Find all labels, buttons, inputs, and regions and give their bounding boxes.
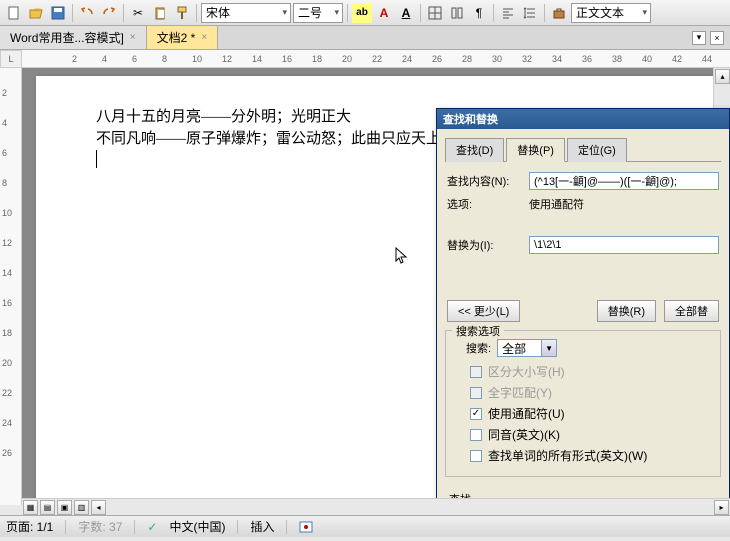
cut-button[interactable]: ✂ [128, 3, 148, 23]
match-case-checkbox: 区分大小写(H) [470, 363, 712, 380]
replace-label: 替换为(I): [447, 237, 523, 253]
line-spacing-button[interactable] [520, 3, 540, 23]
text-cursor [96, 150, 97, 168]
find-label: 查找内容(N): [447, 173, 523, 189]
all-forms-checkbox[interactable]: 查找单词的所有形式(英文)(W) [470, 447, 712, 464]
tab-find[interactable]: 查找(D) [445, 138, 504, 162]
save-button[interactable] [48, 3, 68, 23]
scroll-right-button[interactable]: ▸ [714, 500, 729, 515]
dialog-tabs: 查找(D) 替换(P) 定位(G) [445, 137, 721, 162]
tab-label: 文档2 * [157, 29, 196, 46]
find-input[interactable] [529, 172, 719, 190]
chk-label: 区分大小写(H) [488, 363, 565, 380]
search-options-group: 搜索选项 搜索: 全部▼ 区分大小写(H) 全字匹配(Y) ✓使用通配符(U) … [445, 330, 721, 477]
format-painter-button[interactable] [172, 3, 192, 23]
sounds-like-checkbox[interactable]: 同音(英文)(K) [470, 426, 712, 443]
font-family-combo[interactable]: 宋体 [201, 3, 291, 23]
style-value: 正文文本 [576, 4, 624, 21]
font-size-value: 二号 [298, 4, 322, 21]
style-combo[interactable]: 正文文本 [571, 3, 651, 23]
paragraph-button[interactable]: ¶ [469, 3, 489, 23]
normal-view-button[interactable]: ▦ [23, 500, 38, 515]
close-all-button[interactable]: × [710, 31, 724, 45]
columns-button[interactable] [447, 3, 467, 23]
word-count[interactable]: 字数: 37 [78, 518, 122, 535]
tab-goto[interactable]: 定位(G) [567, 138, 627, 162]
search-scope-label: 搜索: [466, 340, 491, 356]
macro-icon[interactable] [299, 521, 313, 533]
close-tab-icon[interactable]: × [201, 32, 207, 43]
search-options-title: 搜索选项 [452, 323, 504, 339]
new-doc-button[interactable] [4, 3, 24, 23]
replace-button[interactable]: 替换(R) [597, 300, 656, 322]
language-indicator[interactable]: 中文(中国) [169, 518, 225, 535]
vertical-ruler[interactable]: 2468101214161820222426 [0, 68, 22, 505]
dialog-title: 查找和替换 [437, 109, 729, 129]
wildcards-checkbox[interactable]: ✓使用通配符(U) [470, 405, 712, 422]
undo-button[interactable] [77, 3, 97, 23]
status-bar: 页面: 1/1 字数: 37 ✓ 中文(中国) 插入 [0, 515, 730, 537]
less-button[interactable]: << 更少(L) [447, 300, 520, 322]
page-indicator[interactable]: 页面: 1/1 [6, 518, 53, 535]
replace-all-button[interactable]: 全部替 [664, 300, 719, 322]
close-tab-icon[interactable]: × [130, 32, 136, 43]
search-scope-combo[interactable]: 全部▼ [497, 339, 557, 357]
horizontal-scrollbar[interactable]: ▦ ▤ ▣ ▥ ◂ ▸ [22, 498, 730, 515]
underline-button[interactable]: A [396, 3, 416, 23]
print-view-button[interactable]: ▣ [57, 500, 72, 515]
chk-label: 全字匹配(Y) [488, 384, 552, 401]
search-scope-value: 全部 [502, 340, 526, 357]
font-color-button[interactable]: A [374, 3, 394, 23]
paste-button[interactable] [150, 3, 170, 23]
tab-replace[interactable]: 替换(P) [506, 138, 565, 162]
web-view-button[interactable]: ▤ [40, 500, 55, 515]
tab-label: Word常用查...容模式] [10, 29, 124, 46]
spell-check-icon[interactable]: ✓ [147, 520, 157, 534]
chk-label: 同音(英文)(K) [488, 426, 560, 443]
document-tab-2[interactable]: 文档2 * × [147, 26, 219, 49]
font-family-value: 宋体 [206, 4, 230, 21]
table-button[interactable] [425, 3, 445, 23]
font-size-combo[interactable]: 二号 [293, 3, 343, 23]
find-replace-dialog: 查找和替换 查找(D) 替换(P) 定位(G) 查找内容(N): 选项: 使用通… [436, 108, 730, 522]
replace-input[interactable] [529, 236, 719, 254]
insert-mode[interactable]: 插入 [250, 518, 274, 535]
open-button[interactable] [26, 3, 46, 23]
document-tab-1[interactable]: Word常用查...容模式] × [0, 26, 147, 49]
options-label: 选项: [447, 196, 523, 212]
redo-button[interactable] [99, 3, 119, 23]
chk-label: 使用通配符(U) [488, 405, 565, 422]
whole-word-checkbox: 全字匹配(Y) [470, 384, 712, 401]
horizontal-ruler[interactable]: 2468101214161820222426283032343638404244 [22, 50, 730, 68]
scroll-up-button[interactable]: ▴ [715, 69, 730, 84]
highlight-button[interactable]: ab [352, 3, 372, 23]
tab-dropdown-button[interactable]: ▾ [692, 31, 706, 45]
options-value: 使用通配符 [529, 196, 584, 212]
chk-label: 查找单词的所有形式(英文)(W) [488, 447, 647, 464]
document-tabs: Word常用查...容模式] × 文档2 * × ▾ × [0, 26, 730, 50]
toolbox-button[interactable] [549, 3, 569, 23]
outline-view-button[interactable]: ▥ [74, 500, 89, 515]
ruler-corner: L [0, 50, 22, 68]
scroll-left-button[interactable]: ◂ [91, 500, 106, 515]
main-toolbar: ✂ 宋体 二号 ab A A ¶ 正文文本 [0, 0, 730, 26]
align-left-button[interactable] [498, 3, 518, 23]
